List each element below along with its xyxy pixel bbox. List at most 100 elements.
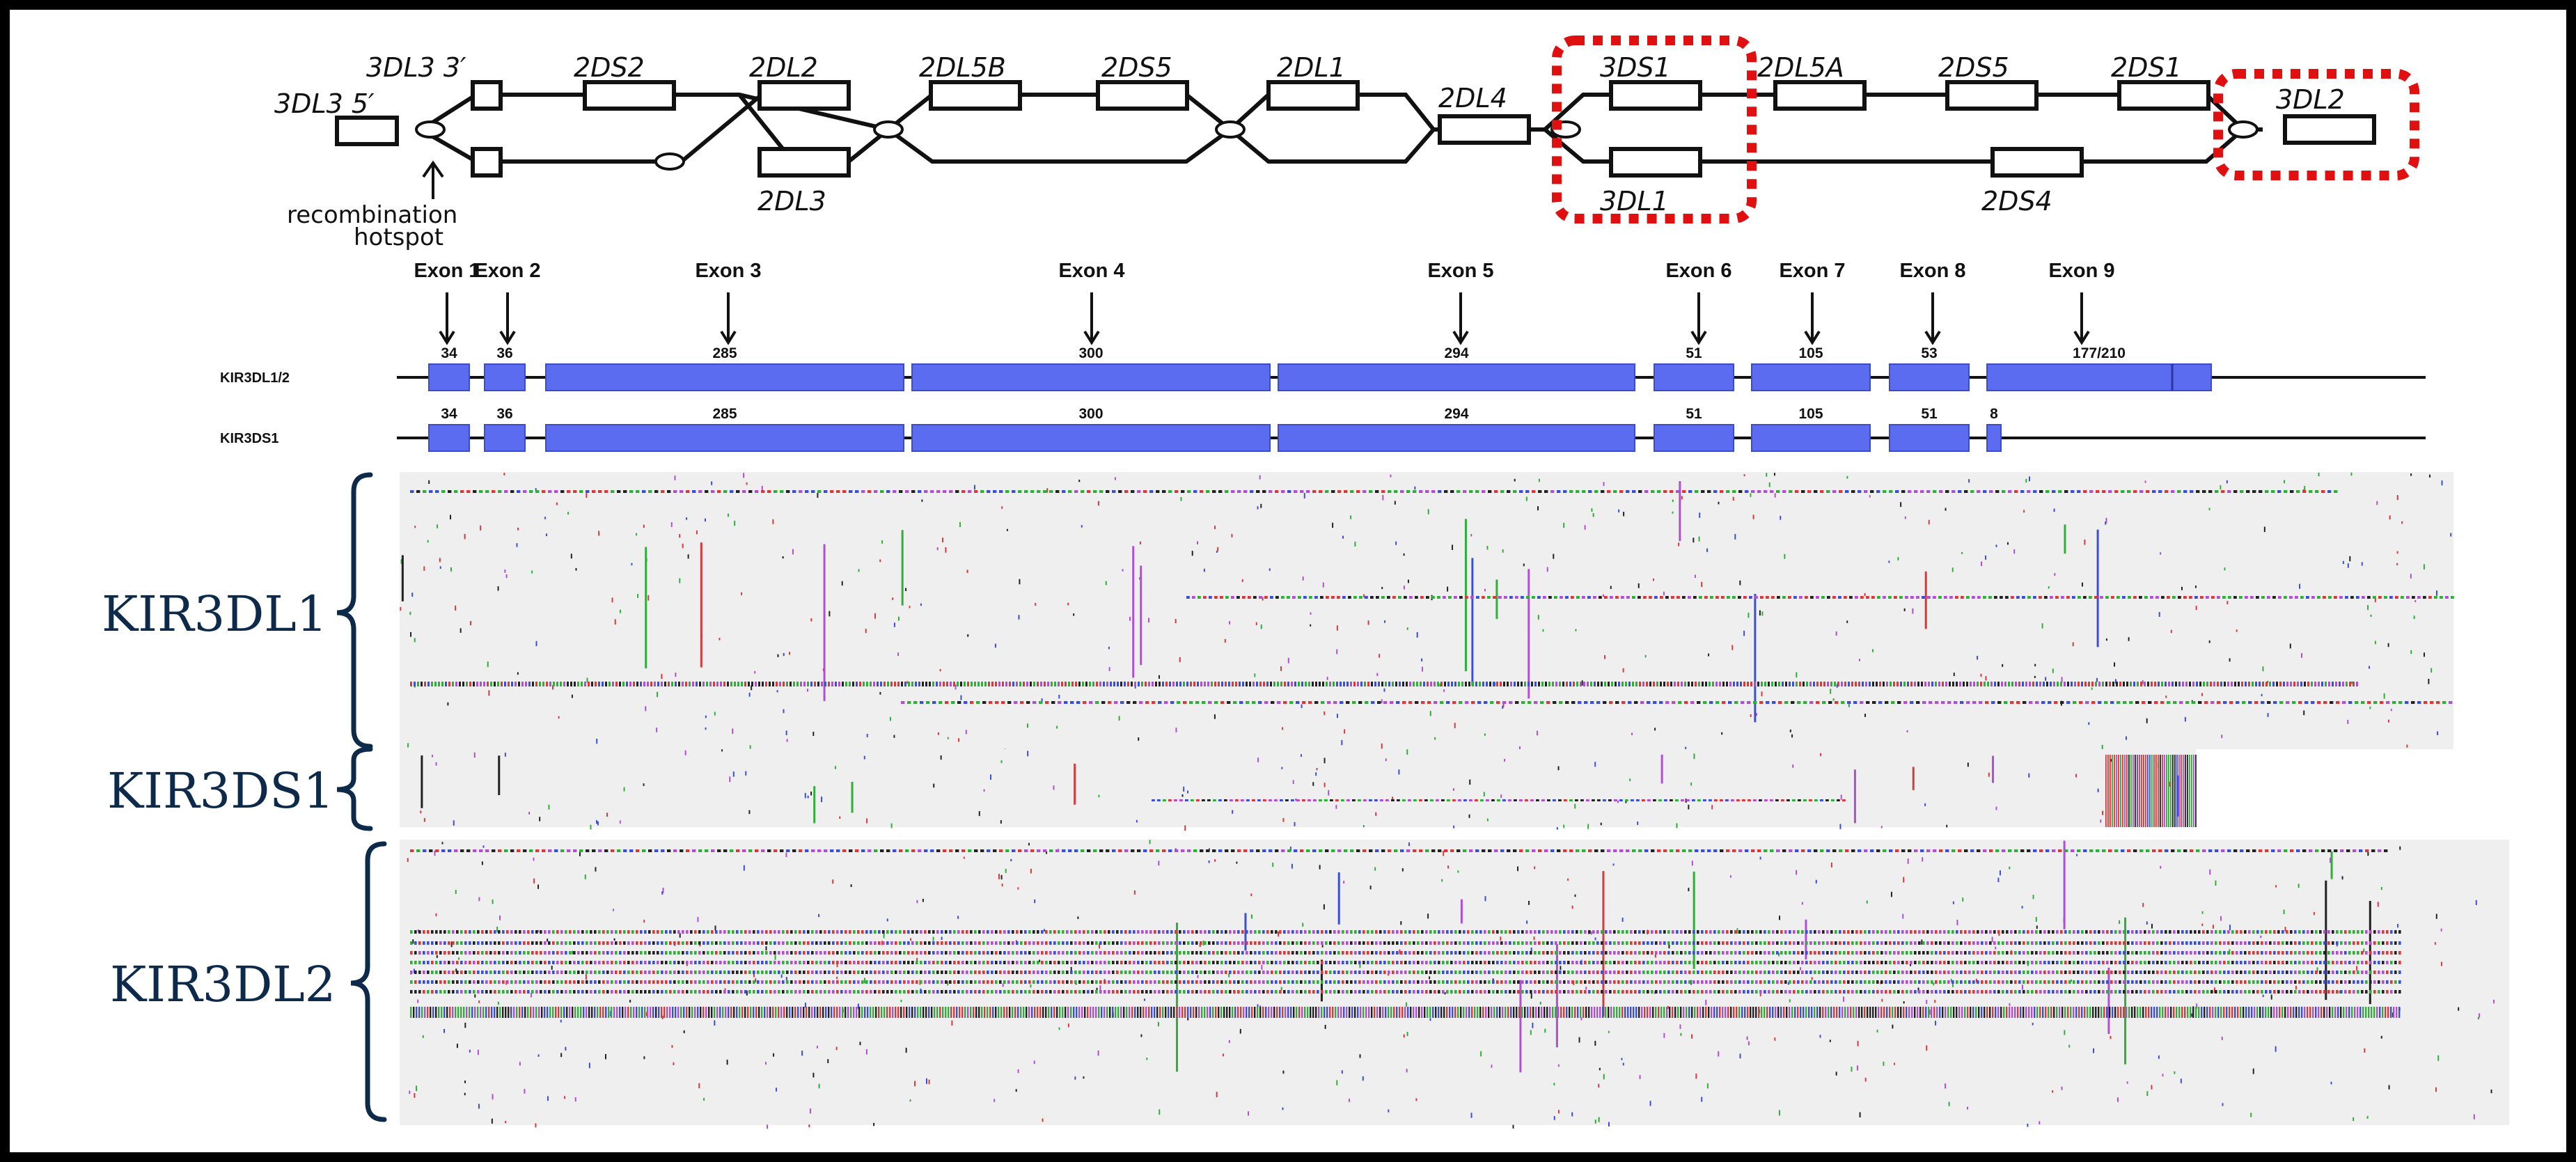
band-mark: [586, 951, 588, 955]
band-mark: [945, 930, 948, 934]
band-mark: [1375, 961, 1378, 964]
band-mark: [673, 930, 676, 934]
band-mark: [1375, 849, 1379, 852]
band-mark: [1525, 799, 1528, 801]
band-mark: [1124, 490, 1129, 493]
band-mark: [2231, 941, 2234, 945]
band-mark: [1500, 961, 1503, 964]
band-mark: [1844, 596, 1847, 599]
band-mark: [1733, 682, 1735, 686]
band-mark: [2319, 951, 2322, 955]
band-mark: [1876, 951, 1879, 955]
band-mark: [1709, 701, 1713, 704]
band-mark: [2015, 682, 2017, 686]
band-mark: [2089, 490, 2094, 493]
band-mark: [1655, 941, 1658, 945]
band-mark: [1931, 951, 1933, 955]
band-mark: [1454, 941, 1457, 945]
variant-mark: [1621, 1058, 1623, 1060]
band-mark: [1726, 930, 1729, 934]
band-mark: [882, 961, 885, 964]
band-mark: [857, 930, 860, 934]
band-mark: [1186, 596, 1190, 599]
variant-mark: [1486, 818, 1489, 822]
band-mark: [1855, 596, 1858, 599]
band-mark: [1294, 682, 1296, 686]
band-mark: [2315, 951, 2318, 955]
band-mark: [431, 682, 433, 686]
band-mark: [1170, 951, 1173, 955]
band-mark: [1782, 596, 1786, 599]
band-mark: [1609, 941, 1612, 945]
band-mark: [2064, 961, 2067, 964]
band-mark: [1392, 961, 1395, 964]
band-mark: [1275, 951, 1278, 955]
band-mark: [414, 971, 417, 974]
variant-mark: [897, 652, 900, 657]
variant-mark: [2436, 590, 2438, 596]
band-mark: [1682, 596, 1686, 599]
band-mark: [1108, 961, 1110, 964]
variant-mark: [932, 936, 934, 941]
band-mark: [1893, 951, 1896, 955]
band-mark: [1463, 799, 1467, 801]
band-mark: [464, 961, 467, 964]
band-mark: [2170, 755, 2171, 827]
variant-mark: [1537, 506, 1539, 511]
band-mark: [1906, 941, 1908, 945]
band-mark: [1221, 682, 1223, 686]
band-mark: [615, 971, 618, 974]
band-mark: [2296, 490, 2300, 493]
band-mark: [1693, 951, 1695, 955]
band-mark: [1947, 961, 1950, 964]
variant-mark: [697, 917, 699, 922]
band-mark: [642, 849, 646, 852]
band-mark: [2334, 849, 2338, 852]
band-mark: [961, 951, 964, 955]
band-mark: [1162, 930, 1165, 934]
band-mark: [1486, 682, 1488, 686]
band-mark: [1168, 849, 1172, 852]
band-mark: [1420, 596, 1424, 599]
band-mark: [2219, 941, 2222, 945]
band-mark: [2336, 961, 2339, 964]
band-mark: [907, 951, 910, 955]
band-mark: [736, 490, 740, 493]
band-mark: [1621, 951, 1624, 955]
band-mark: [936, 941, 939, 945]
exon-arrow-7: [1804, 292, 1821, 345]
band-mark: [1212, 930, 1215, 934]
band-mark: [1463, 930, 1466, 934]
band-mark: [941, 930, 943, 934]
variant-mark: [564, 1096, 566, 1099]
band-mark: [1677, 682, 1679, 686]
variant-mark: [2158, 1055, 2160, 1059]
band-mark: [886, 849, 890, 852]
band-mark: [1376, 596, 1379, 599]
band-mark: [1220, 930, 1223, 934]
band-mark: [435, 961, 438, 964]
variant-mark: [2212, 925, 2214, 929]
band-mark: [757, 941, 760, 945]
variant-column: [498, 755, 501, 796]
band-mark: [1024, 490, 1028, 493]
band-mark: [1062, 849, 1066, 852]
band-mark: [1609, 961, 1612, 964]
band-mark: [2068, 961, 2071, 964]
band-mark: [970, 951, 973, 955]
band-mark: [1814, 849, 1818, 852]
band-mark: [1657, 490, 1661, 493]
variant-mark: [1254, 673, 1256, 677]
variant-mark: [517, 527, 519, 531]
band-mark: [1270, 596, 1273, 599]
band-mark: [1003, 961, 1006, 964]
band-mark: [723, 961, 726, 964]
band-mark: [1525, 951, 1528, 955]
band-mark: [987, 961, 989, 964]
band-mark: [1805, 941, 1808, 945]
band-mark: [991, 682, 994, 686]
band-mark: [1981, 951, 1984, 955]
band-mark: [1106, 490, 1110, 493]
band-mark: [2294, 941, 2297, 945]
band-mark: [2198, 701, 2202, 704]
